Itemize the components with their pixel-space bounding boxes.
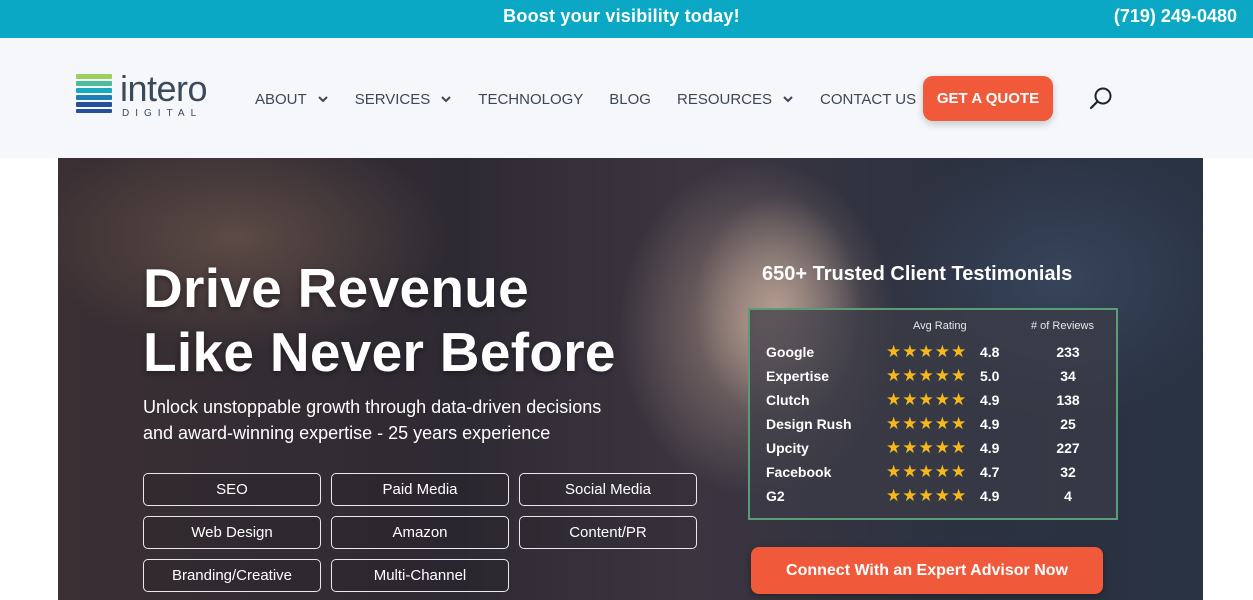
hero-section: Drive Revenue Like Never Before Unlock u… <box>58 158 1203 600</box>
rating-row: Facebook ★★★★★ 4.7 32 <box>750 460 1116 484</box>
avg-rating: 4.9 <box>980 416 1000 432</box>
site-header: intero DIGITAL ABOUT SERVICES TECHNOLOGY… <box>0 38 1253 158</box>
hero-title: Drive Revenue Like Never Before <box>143 256 616 384</box>
service-seo-button[interactable]: SEO <box>143 473 321 506</box>
nav-label: CONTACT US <box>820 90 917 108</box>
platform-name: Design Rush <box>766 416 852 432</box>
avg-rating-header: Avg Rating <box>913 320 967 332</box>
avg-rating: 4.9 <box>980 488 1000 504</box>
star-rating-icon: ★★★★★ <box>886 462 968 481</box>
ratings-table: Avg Rating # of Reviews Google ★★★★★ 4.8… <box>748 308 1118 520</box>
nav-label: RESOURCES <box>676 90 773 108</box>
star-rating-icon: ★★★★★ <box>886 366 968 385</box>
review-count: 233 <box>1056 344 1080 360</box>
service-branding-creative-button[interactable]: Branding/Creative <box>143 559 321 592</box>
platform-name: G2 <box>766 488 785 504</box>
review-count: 32 <box>1060 464 1076 480</box>
get-a-quote-button[interactable]: GET A QUOTE <box>923 76 1053 121</box>
star-rating-icon: ★★★★★ <box>886 342 968 361</box>
hero-title-line: Like Never Before <box>143 321 616 383</box>
logo-subtitle: DIGITAL <box>122 108 203 119</box>
star-rating-icon: ★★★★★ <box>886 486 968 505</box>
connect-expert-button[interactable]: Connect With an Expert Advisor Now <box>751 547 1103 594</box>
avg-rating: 5.0 <box>980 368 1000 384</box>
rating-row: Expertise ★★★★★ 5.0 34 <box>750 364 1116 388</box>
nav-label: TECHNOLOGY <box>478 90 584 108</box>
avg-rating: 4.9 <box>980 440 1000 456</box>
star-rating-icon: ★★★★★ <box>886 414 968 433</box>
nav-item-contact-us[interactable]: CONTACT US <box>820 91 916 108</box>
review-count: 138 <box>1056 392 1080 408</box>
nav-label: BLOG <box>609 90 651 108</box>
hero-subtitle-line: Unlock unstoppable growth through data-d… <box>143 397 602 417</box>
service-amazon-button[interactable]: Amazon <box>331 516 509 549</box>
search-icon[interactable] <box>1088 86 1114 112</box>
rating-row: Clutch ★★★★★ 4.9 138 <box>750 388 1116 412</box>
nav-item-resources[interactable]: RESOURCES <box>677 91 794 108</box>
nav-item-services[interactable]: SERVICES <box>355 91 453 108</box>
review-count: 34 <box>1060 368 1076 384</box>
platform-name: Google <box>766 344 815 360</box>
nav-item-blog[interactable]: BLOG <box>609 91 651 108</box>
star-rating-icon: ★★★★★ <box>886 438 968 457</box>
chevron-down-icon <box>441 96 451 103</box>
logo-wordmark: intero <box>120 68 208 109</box>
main-nav: ABOUT SERVICES TECHNOLOGY BLOG RESOURCES… <box>255 89 942 109</box>
phone-link[interactable]: (719) 249-0480 <box>1114 6 1237 27</box>
service-social-media-button[interactable]: Social Media <box>519 473 697 506</box>
avg-rating: 4.7 <box>980 464 1000 480</box>
rating-row: Design Rush ★★★★★ 4.9 25 <box>750 412 1116 436</box>
nav-label: SERVICES <box>354 90 431 108</box>
platform-name: Upcity <box>766 440 809 456</box>
nav-item-technology[interactable]: TECHNOLOGY <box>478 91 583 108</box>
hero-subtitle: Unlock unstoppable growth through data-d… <box>143 394 703 446</box>
service-buttons: SEO Paid Media Social Media Web Design A… <box>143 473 703 592</box>
logo[interactable]: intero DIGITAL <box>76 68 226 120</box>
service-paid-media-button[interactable]: Paid Media <box>331 473 509 506</box>
rating-row: Google ★★★★★ 4.8 233 <box>750 340 1116 364</box>
service-web-design-button[interactable]: Web Design <box>143 516 321 549</box>
rating-row: Upcity ★★★★★ 4.9 227 <box>750 436 1116 460</box>
top-banner: Boost your visibility today! (719) 249-0… <box>0 0 1253 38</box>
platform-name: Facebook <box>766 464 832 480</box>
promo-text[interactable]: Boost your visibility today! <box>0 6 1243 27</box>
rating-row: G2 ★★★★★ 4.9 4 <box>750 484 1116 508</box>
hero-title-line: Drive Revenue <box>143 257 530 319</box>
avg-rating: 4.8 <box>980 344 1000 360</box>
review-count: 25 <box>1060 416 1076 432</box>
nav-item-about[interactable]: ABOUT <box>255 91 329 108</box>
review-count: 4 <box>1064 488 1072 504</box>
avg-rating: 4.9 <box>980 392 1000 408</box>
service-content-pr-button[interactable]: Content/PR <box>519 516 697 549</box>
platform-name: Expertise <box>766 368 830 384</box>
chevron-down-icon <box>783 96 793 103</box>
logo-stripes-icon <box>76 74 112 115</box>
platform-name: Clutch <box>766 392 810 408</box>
hero-subtitle-line: and award-winning expertise - 25 years e… <box>143 423 551 443</box>
chevron-down-icon <box>317 96 328 103</box>
star-rating-icon: ★★★★★ <box>886 390 968 409</box>
reviews-count-header: # of Reviews <box>1031 320 1094 332</box>
nav-label: ABOUT <box>255 90 307 108</box>
testimonials-title: 650+ Trusted Client Testimonials <box>762 263 1073 285</box>
service-multi-channel-button[interactable]: Multi-Channel <box>331 559 509 592</box>
review-count: 227 <box>1056 440 1080 456</box>
